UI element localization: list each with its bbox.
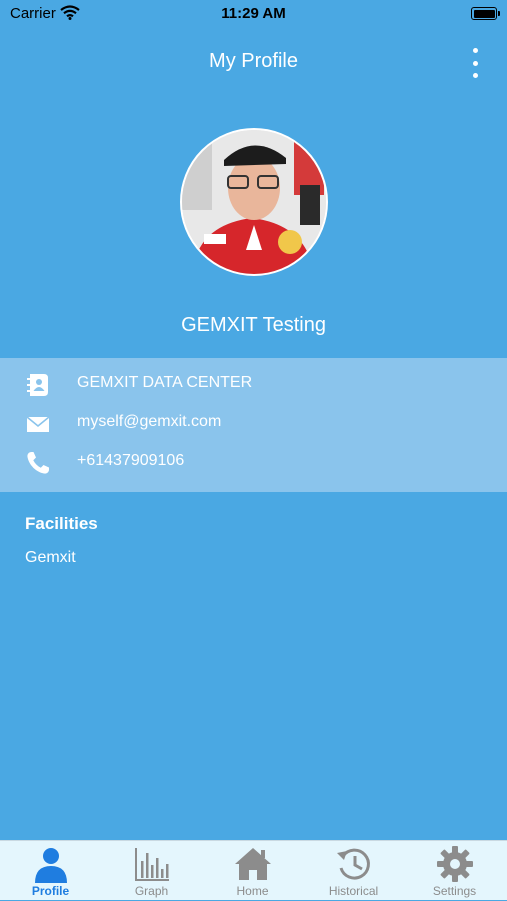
battery-icon <box>471 7 500 20</box>
tab-label-graph: Graph <box>134 884 169 898</box>
page-title: My Profile <box>209 50 298 72</box>
status-bar: Carrier 11:29 AM <box>0 0 507 28</box>
gear-icon <box>437 846 473 882</box>
menu-dot <box>472 48 478 53</box>
tab-label-profile: Profile <box>31 884 70 898</box>
phone-row[interactable]: +61437909106 <box>0 444 507 480</box>
phone-link[interactable]: +61437909106 <box>77 452 184 470</box>
phone-icon <box>27 452 49 474</box>
tab-graph[interactable]: Graph <box>101 841 202 901</box>
home-icon <box>235 848 271 880</box>
tab-profile[interactable]: Profile <box>0 841 101 901</box>
email-link[interactable]: myself@gemxit.com <box>77 413 221 431</box>
tab-home[interactable]: Home <box>202 841 303 901</box>
facility-item: Gemxit <box>25 549 76 566</box>
company-name: GEMXIT DATA CENTER <box>77 374 253 391</box>
status-time: 11:29 AM <box>221 5 286 22</box>
tab-label-historical: Historical <box>328 884 379 898</box>
avatar[interactable] <box>180 128 328 276</box>
contact-card: GEMXIT DATA CENTER myself@gemxit.com +61… <box>0 358 507 492</box>
menu-dot <box>472 60 478 66</box>
history-icon <box>337 848 370 880</box>
profile-name: GEMXIT Testing <box>181 314 326 336</box>
facilities-heading: Facilities <box>25 514 98 533</box>
contact-card-icon <box>27 374 48 396</box>
company-row: GEMXIT DATA CENTER <box>0 366 507 402</box>
tab-label-home: Home <box>236 884 269 898</box>
email-row[interactable]: myself@gemxit.com <box>0 405 507 441</box>
avatar-photo <box>182 130 326 274</box>
tab-label-settings: Settings <box>432 884 477 898</box>
tab-historical[interactable]: Historical <box>303 841 404 901</box>
mail-icon <box>26 416 50 432</box>
tab-bar: Profile Graph Home Historical Settings <box>0 840 507 900</box>
bar-graph-icon <box>135 848 169 881</box>
more-vertical-icon[interactable] <box>465 46 485 80</box>
tab-settings[interactable]: Settings <box>404 841 505 901</box>
menu-dot <box>472 73 478 78</box>
person-icon <box>35 848 67 883</box>
